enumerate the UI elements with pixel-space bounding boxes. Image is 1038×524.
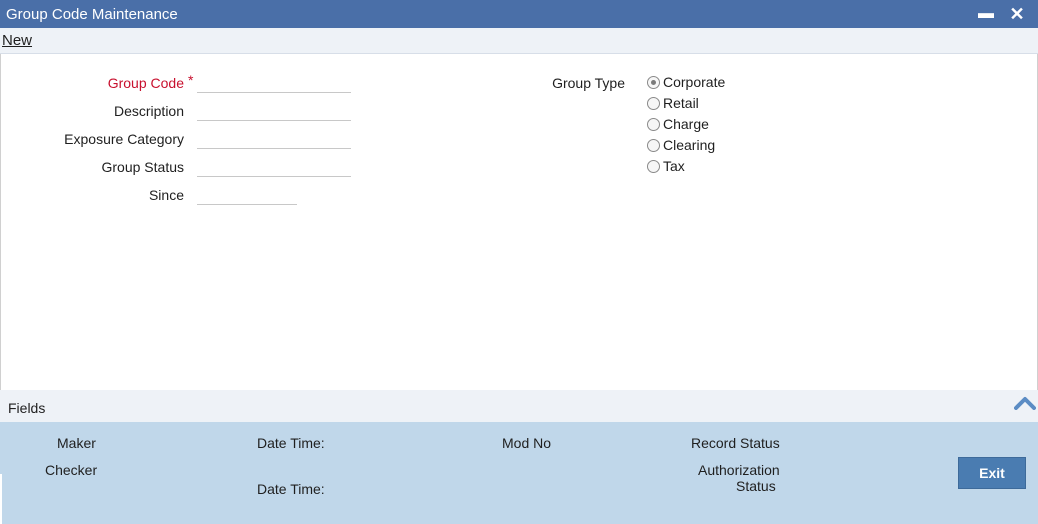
window-title-bar: Group Code Maintenance ▬ ✕ bbox=[0, 0, 1038, 28]
minimize-icon[interactable]: ▬ bbox=[976, 0, 996, 28]
radio-label: Charge bbox=[663, 116, 709, 132]
radio-unchecked-icon[interactable] bbox=[647, 138, 660, 152]
exposure-category-label: Exposure Category bbox=[64, 131, 184, 147]
audit-footer: Maker Checker Date Time: Date Time: Mod … bbox=[0, 422, 1038, 524]
fields-bar: Fields bbox=[0, 390, 1038, 422]
radio-retail[interactable]: Retail bbox=[647, 94, 699, 112]
radio-label: Retail bbox=[663, 95, 699, 111]
group-status-input[interactable] bbox=[197, 155, 351, 177]
group-code-label: Group Code bbox=[107, 75, 184, 91]
checker-date-time-label: Date Time: bbox=[257, 481, 325, 497]
footer-edge bbox=[0, 474, 2, 524]
radio-label: Corporate bbox=[663, 74, 726, 90]
radio-charge[interactable]: Charge bbox=[647, 115, 709, 133]
group-status-label: Group Status bbox=[101, 159, 185, 175]
record-status-label: Record Status bbox=[691, 435, 780, 451]
fields-toggle[interactable]: Fields bbox=[8, 400, 45, 416]
checker-label: Checker bbox=[45, 462, 98, 478]
authorization-status-label: Authorization bbox=[698, 462, 780, 478]
authorization-status-label-line2: Status bbox=[736, 478, 776, 494]
required-mark: * bbox=[188, 72, 194, 88]
maker-label: Maker bbox=[57, 435, 96, 451]
radio-corporate[interactable]: Corporate bbox=[647, 73, 725, 91]
radio-clearing[interactable]: Clearing bbox=[647, 136, 715, 154]
new-link[interactable]: New bbox=[2, 32, 32, 49]
exit-button[interactable]: Exit bbox=[958, 457, 1026, 489]
radio-checked-icon[interactable] bbox=[647, 75, 660, 89]
group-code-input[interactable] bbox=[197, 71, 351, 93]
since-label: Since bbox=[148, 187, 184, 203]
radio-tax[interactable]: Tax bbox=[647, 157, 685, 175]
radio-unchecked-icon[interactable] bbox=[647, 96, 660, 110]
mod-no-label: Mod No bbox=[502, 435, 552, 451]
radio-unchecked-icon[interactable] bbox=[647, 159, 660, 173]
radio-label: Tax bbox=[663, 158, 685, 174]
exposure-category-input[interactable] bbox=[197, 127, 351, 149]
since-input[interactable] bbox=[197, 183, 297, 205]
radio-label: Clearing bbox=[663, 137, 716, 153]
form-area: Group Code * Description Exposure Catego… bbox=[0, 54, 1038, 390]
close-icon[interactable]: ✕ bbox=[1006, 0, 1028, 28]
description-label: Description bbox=[113, 103, 184, 119]
description-input[interactable] bbox=[197, 99, 351, 121]
maker-date-time-label: Date Time: bbox=[257, 435, 325, 451]
window-title: Group Code Maintenance bbox=[6, 5, 178, 23]
menu-bar: New bbox=[0, 28, 1038, 54]
group-type-label: Group Type bbox=[552, 75, 625, 91]
chevron-up-icon[interactable] bbox=[1014, 394, 1036, 410]
radio-unchecked-icon[interactable] bbox=[647, 117, 660, 131]
